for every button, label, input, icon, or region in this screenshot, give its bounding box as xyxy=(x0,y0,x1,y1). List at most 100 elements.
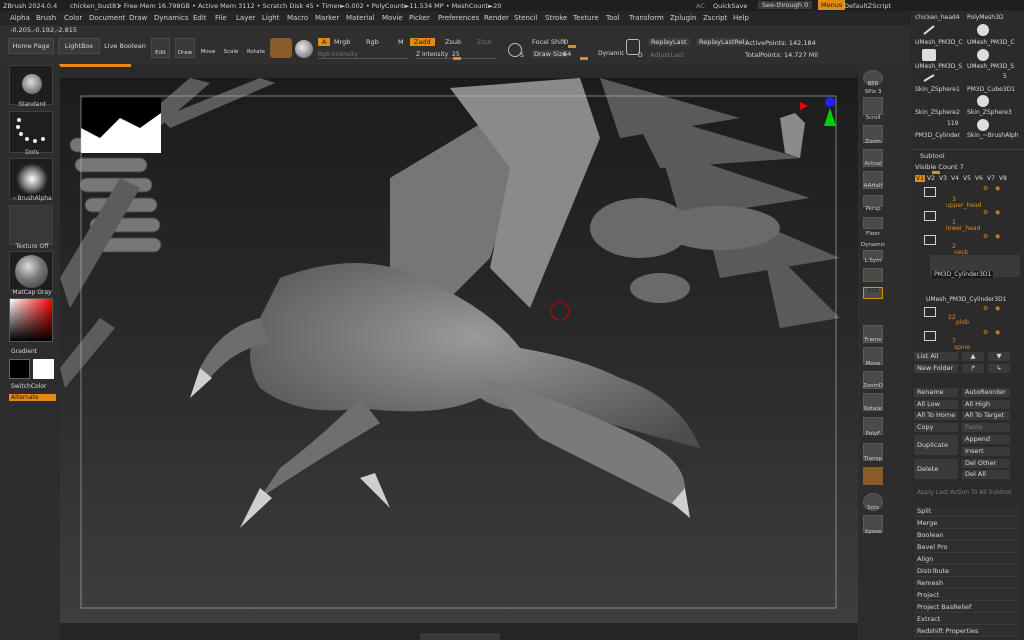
eye-icon[interactable]: ◉ xyxy=(995,329,1000,336)
del-all-button[interactable]: Del All xyxy=(962,470,1010,479)
subtool-spine[interactable]: spine xyxy=(954,344,970,351)
move-up-icon[interactable]: ↱ xyxy=(962,364,984,373)
section-remesh[interactable]: Remesh xyxy=(914,578,1020,589)
tool-item-cylinder[interactable]: PM3D_Cylinder xyxy=(915,132,960,139)
menu-picker[interactable]: Picker xyxy=(409,14,430,22)
auto-reorder-button[interactable]: AutoReorder xyxy=(962,388,1010,397)
section-split[interactable]: Split xyxy=(914,506,1020,517)
focal-shift-handle[interactable] xyxy=(568,45,576,48)
lightbox-button[interactable]: LightBox xyxy=(58,38,100,54)
zadd-toggle[interactable]: Zadd xyxy=(410,38,435,46)
scroll-button[interactable] xyxy=(863,97,883,115)
all-high-button[interactable]: All High xyxy=(962,400,1010,409)
copy-button[interactable]: Copy xyxy=(914,423,958,432)
tool-item-umesh-c1[interactable]: UMesh_PM3D_C xyxy=(915,39,963,46)
primary-color-swatch[interactable] xyxy=(9,359,30,379)
z-intensity-handle[interactable] xyxy=(453,57,461,60)
paste-button[interactable]: Paste xyxy=(962,423,1010,432)
menu-material[interactable]: Material xyxy=(346,14,374,22)
menu-brush[interactable]: Brush xyxy=(36,14,56,22)
quicksave-button[interactable]: QuickSave xyxy=(713,2,747,10)
material-sphere-icon[interactable] xyxy=(295,40,313,58)
delete-button[interactable]: Delete xyxy=(914,459,958,479)
rgb-intensity-slider[interactable]: Rgb Intensity xyxy=(318,51,358,58)
section-project-basrelief[interactable]: Project BasRelief xyxy=(914,602,1020,613)
section-redshift-properties[interactable]: Redshift Properties xyxy=(914,626,1020,637)
m-toggle[interactable]: M xyxy=(398,38,404,46)
menu-stencil[interactable]: Stencil xyxy=(514,14,538,22)
eye-icon[interactable]: ◉ xyxy=(995,209,1000,216)
menu-help[interactable]: Help xyxy=(733,14,749,22)
tool-item-umesh-c2[interactable]: UMesh_PM3D_C xyxy=(967,39,1015,46)
subtool-upper-head[interactable]: upper_head xyxy=(946,202,982,209)
section-boolean[interactable]: Boolean xyxy=(914,530,1020,541)
z-intensity-slider[interactable]: Z Intensity xyxy=(416,51,448,58)
tool-thumb-4[interactable] xyxy=(977,49,989,61)
tool-thumb-2[interactable] xyxy=(977,24,989,36)
home-page-button[interactable]: Home Page xyxy=(8,38,54,54)
subtool-pm3d-cylinder[interactable]: PM3D_Cylinder3D1 xyxy=(932,271,994,278)
section-extract[interactable]: Extract xyxy=(914,614,1020,625)
tab-v2[interactable]: V2 xyxy=(927,175,935,182)
floor-button[interactable] xyxy=(863,217,883,229)
tab-v6[interactable]: V6 xyxy=(975,175,983,182)
draw-button[interactable]: Draw xyxy=(175,38,195,58)
dynamic-toggle[interactable]: Dynamic xyxy=(598,50,624,57)
ghost-button[interactable] xyxy=(863,467,883,485)
zsub-toggle[interactable]: Zsub xyxy=(445,38,461,46)
bottom-tray-handle[interactable] xyxy=(420,633,500,640)
insert-button[interactable]: Insert xyxy=(962,447,1010,456)
menu-edit[interactable]: Edit xyxy=(193,14,207,22)
menu-dynamics[interactable]: Dynamics xyxy=(154,14,189,22)
tool-item-zsphere2[interactable]: Skin_ZSphere2 xyxy=(915,109,960,116)
tool-item-umesh-s1[interactable]: UMesh_PM3D_S xyxy=(915,63,962,70)
menu-document[interactable]: Document xyxy=(89,14,125,22)
edit-button[interactable]: Edit xyxy=(151,38,170,58)
arrow-down-icon[interactable]: ▼ xyxy=(988,352,1010,361)
tool-thumb-1[interactable] xyxy=(922,24,936,36)
section-distribute[interactable]: Distribute xyxy=(914,566,1020,577)
brush-thumbnail[interactable] xyxy=(9,65,53,105)
viewport-canvas[interactable] xyxy=(60,78,858,623)
gear-icon[interactable]: ⚙ xyxy=(983,233,988,240)
menu-layer[interactable]: Layer xyxy=(236,14,256,22)
duplicate-button[interactable]: Duplicate xyxy=(914,435,958,455)
tool-thumb-5[interactable] xyxy=(922,73,936,83)
lock-icon[interactable] xyxy=(863,268,883,282)
tool-thumb-7[interactable] xyxy=(977,119,989,131)
menu-light[interactable]: Light xyxy=(262,14,279,22)
new-folder-button[interactable]: New Folder xyxy=(914,364,958,373)
a-toggle[interactable]: A xyxy=(318,38,331,46)
alpha-thumbnail[interactable] xyxy=(9,158,53,200)
tool-item-zsphere1[interactable]: Skin_ZSphere1 xyxy=(915,86,960,93)
menu-color[interactable]: Color xyxy=(64,14,82,22)
section-bevel-pro[interactable]: Bevel Pro xyxy=(914,542,1020,553)
tab-v8[interactable]: V8 xyxy=(999,175,1007,182)
visible-count-handle[interactable] xyxy=(932,171,940,174)
menu-preferences[interactable]: Preferences xyxy=(438,14,479,22)
brush-preview-icon[interactable] xyxy=(270,38,292,58)
texture-thumbnail[interactable] xyxy=(9,205,53,245)
rgb-toggle[interactable]: Rgb xyxy=(366,38,379,46)
gear-icon[interactable]: ⚙ xyxy=(983,329,988,336)
menu-tool[interactable]: Tool xyxy=(606,14,620,22)
subtool-lower-head[interactable]: lower_head xyxy=(946,225,980,232)
menu-file[interactable]: File xyxy=(215,14,227,22)
gear-icon[interactable]: ⚙ xyxy=(983,305,988,312)
scale-button[interactable]: Scale xyxy=(223,38,239,58)
switch-color-button[interactable]: SwitchColor xyxy=(11,383,47,390)
menu-stroke[interactable]: Stroke xyxy=(545,14,567,22)
tool-item-polymesh[interactable]: PolyMesh3D xyxy=(967,14,1004,21)
xyz-button[interactable]: XYZ xyxy=(863,287,883,299)
move-button[interactable]: Move xyxy=(200,38,216,58)
adjust-last-slider[interactable]: AdjustLast xyxy=(650,51,684,59)
menu-alpha[interactable]: Alpha xyxy=(10,14,30,22)
rename-button[interactable]: Rename xyxy=(914,388,958,397)
folder-open-icon[interactable] xyxy=(924,235,936,245)
rotate-axis-icon[interactable] xyxy=(863,305,883,317)
tool-item-brushalpha[interactable]: Skin_~BrushAlph xyxy=(967,132,1018,139)
default-zscript-button[interactable]: DefaultZScript xyxy=(844,2,891,10)
tool-item-umesh-s2[interactable]: UMesh_PM3D_S xyxy=(967,63,1014,70)
apply-last-action-toggle[interactable]: Apply Last Action To All Subtool xyxy=(917,489,1011,496)
visible-count-slider[interactable]: Visible Count 7 xyxy=(915,163,964,171)
